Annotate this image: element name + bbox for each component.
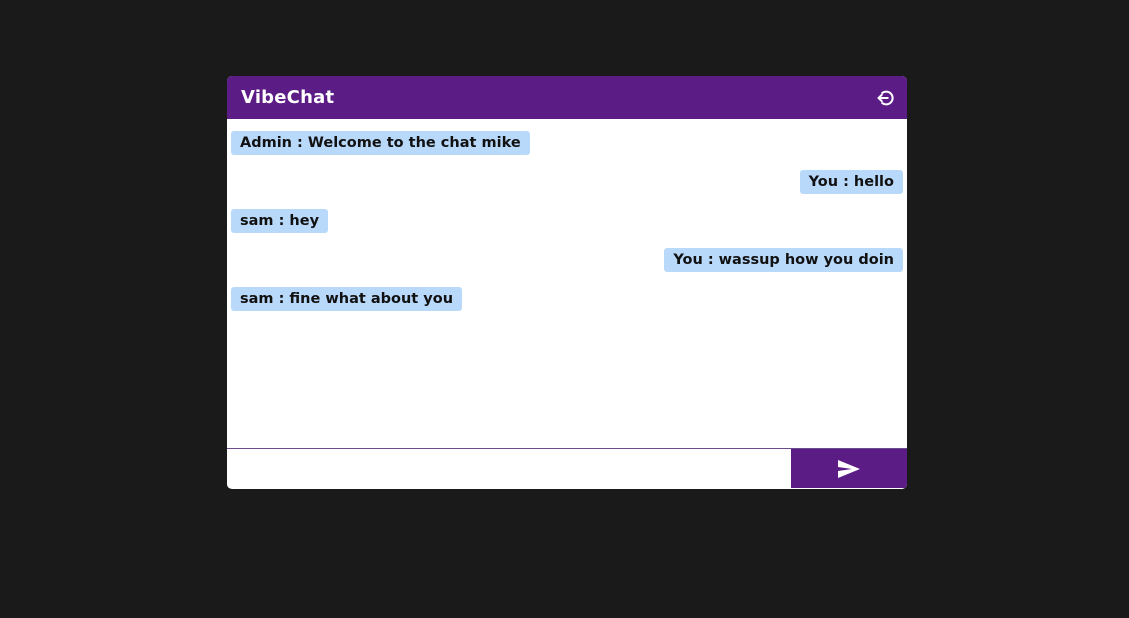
send-button[interactable]	[791, 449, 907, 488]
chat-window: VibeChat Admin : Welcome to the chat mik…	[227, 76, 907, 489]
message-input[interactable]	[227, 449, 791, 488]
message-row: sam : fine what about you	[231, 287, 903, 311]
message-row: sam : hey	[231, 209, 903, 233]
logout-button[interactable]	[873, 86, 897, 110]
message-bubble: sam : fine what about you	[231, 287, 463, 311]
send-icon	[838, 459, 860, 478]
chat-header: VibeChat	[227, 76, 907, 119]
message-row: You : wassup how you doin	[231, 248, 903, 272]
message-bubble: You : hello	[799, 170, 903, 194]
message-row: You : hello	[231, 170, 903, 194]
composer	[227, 449, 907, 488]
message-bubble: You : wassup how you doin	[664, 248, 903, 272]
message-list[interactable]: Admin : Welcome to the chat mike You : h…	[227, 119, 907, 449]
logout-icon	[877, 90, 894, 105]
message-row: Admin : Welcome to the chat mike	[231, 131, 903, 155]
app-title: VibeChat	[241, 87, 335, 108]
message-bubble: sam : hey	[231, 209, 329, 233]
message-bubble: Admin : Welcome to the chat mike	[231, 131, 530, 155]
